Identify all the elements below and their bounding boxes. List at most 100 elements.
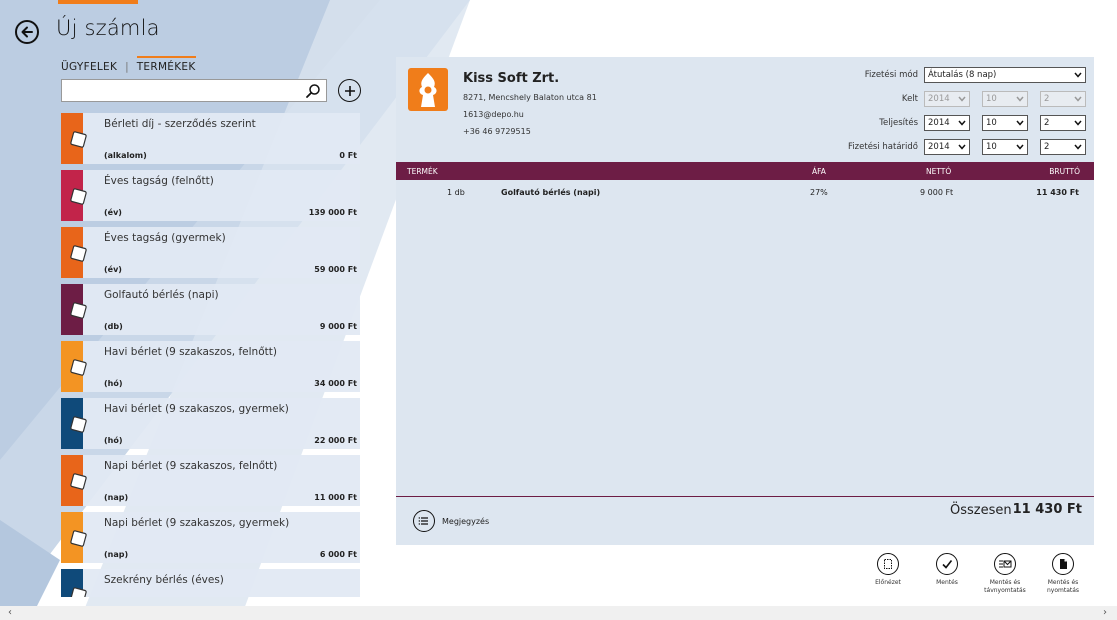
due-day-select[interactable]: 2 bbox=[1040, 139, 1086, 155]
fulfillment-month-value: 10 bbox=[986, 118, 997, 128]
due-month-value: 10 bbox=[986, 142, 997, 152]
chevron-down-icon bbox=[958, 120, 966, 126]
product-price: 34 000 Ft bbox=[314, 379, 357, 388]
chevron-down-icon bbox=[1016, 120, 1024, 126]
list-icon bbox=[418, 517, 428, 525]
checkmark-icon bbox=[942, 560, 953, 569]
product-tag-icon bbox=[70, 302, 87, 319]
row-quantity: 1 db bbox=[447, 188, 465, 197]
tab-customers[interactable]: ÜGYFELEK bbox=[61, 61, 117, 73]
product-name: Golfautó bérlés (napi) bbox=[104, 289, 219, 301]
issued-month-value: 10 bbox=[986, 94, 997, 104]
product-name: Szekrény bérlés (éves) bbox=[104, 574, 224, 586]
product-name: Éves tagság (felnőtt) bbox=[104, 175, 214, 187]
product-unit: (hó) bbox=[104, 436, 123, 445]
back-arrow-icon bbox=[21, 26, 33, 38]
invoice-table-row[interactable]: 1 db Golfautó bérlés (napi) 27% 9 000 Ft… bbox=[396, 188, 1094, 204]
search-icon[interactable] bbox=[305, 83, 321, 99]
payment-method-select[interactable]: Átutalás (8 nap) bbox=[924, 67, 1086, 83]
fulfillment-month-select[interactable]: 10 bbox=[982, 115, 1028, 131]
issued-date-row: Kelt 2014 10 2 bbox=[902, 91, 1086, 107]
keyhole-logo-icon bbox=[419, 73, 437, 107]
note-label[interactable]: Megjegyzés bbox=[442, 517, 489, 526]
product-list-item[interactable]: Éves tagság (gyermek) (év) 59 000 Ft bbox=[61, 227, 360, 278]
product-list-item[interactable]: Szekrény bérlés (éves) bbox=[61, 569, 360, 597]
due-year-select[interactable]: 2014 bbox=[924, 139, 970, 155]
issued-year-select: 2014 bbox=[924, 91, 970, 107]
product-tag-icon bbox=[70, 473, 87, 490]
search-input[interactable] bbox=[62, 81, 300, 102]
accent-bar bbox=[58, 0, 138, 4]
product-name: Éves tagság (gyermek) bbox=[104, 232, 226, 244]
save-button[interactable]: Mentés bbox=[917, 553, 977, 587]
scroll-right-arrow[interactable]: › bbox=[1103, 607, 1107, 618]
product-tag-icon bbox=[70, 530, 87, 547]
product-name: Havi bérlet (9 szakaszos, felnőtt) bbox=[104, 346, 277, 358]
horizontal-scrollbar[interactable]: ‹ › bbox=[0, 606, 1117, 620]
chevron-down-icon bbox=[1016, 96, 1024, 102]
due-day-value: 2 bbox=[1044, 142, 1050, 152]
back-button[interactable] bbox=[15, 20, 39, 44]
issued-day-value: 2 bbox=[1044, 94, 1050, 104]
plus-icon bbox=[344, 85, 355, 96]
invoice-panel: Kiss Soft Zrt. 8271, Mencshely Balaton u… bbox=[396, 57, 1094, 545]
column-vat: ÁFA bbox=[812, 166, 826, 176]
column-gross: BRUTTÓ bbox=[1049, 166, 1080, 176]
product-unit: (év) bbox=[104, 208, 122, 217]
product-list-item[interactable]: Éves tagság (felnőtt) (év) 139 000 Ft bbox=[61, 170, 360, 221]
total-label: Összesen bbox=[950, 503, 1012, 518]
payment-method-label: Fizetési mód bbox=[864, 70, 918, 80]
product-name: Napi bérlet (9 szakaszos, felnőtt) bbox=[104, 460, 278, 472]
product-unit: (év) bbox=[104, 265, 122, 274]
save-print-button[interactable]: Mentés és nyomtatás bbox=[1033, 553, 1093, 595]
chevron-down-icon bbox=[958, 96, 966, 102]
save-remote-print-button[interactable]: Mentés és távnyomtatás bbox=[975, 553, 1035, 595]
fulfillment-year-value: 2014 bbox=[928, 118, 950, 128]
product-tag-icon bbox=[70, 131, 87, 148]
chevron-down-icon bbox=[1016, 144, 1024, 150]
product-list-item[interactable]: Havi bérlet (9 szakaszos, gyermek) (hó) 22… bbox=[61, 398, 360, 449]
preview-label: Előnézet bbox=[875, 579, 901, 586]
fulfillment-day-select[interactable]: 2 bbox=[1040, 115, 1086, 131]
product-list-item[interactable]: Golfautó bérlés (napi) (db) 9 000 Ft bbox=[61, 284, 360, 335]
total-value: 11 430 Ft bbox=[1012, 502, 1082, 517]
product-list-item[interactable]: Bérleti díj - szerződés szerint (alkalom)… bbox=[61, 113, 360, 164]
due-date-row: Fizetési határidő 2014 10 2 bbox=[848, 139, 1086, 155]
product-unit: (nap) bbox=[104, 493, 129, 502]
product-tag-icon bbox=[70, 245, 87, 262]
product-price: 139 000 Ft bbox=[308, 208, 357, 217]
product-list-item[interactable]: Havi bérlet (9 szakaszos, felnőtt) (hó) 34… bbox=[61, 341, 360, 392]
row-gross: 11 430 Ft bbox=[1036, 188, 1079, 197]
add-product-button[interactable] bbox=[338, 79, 361, 102]
product-unit: (db) bbox=[104, 322, 123, 331]
product-price: 59 000 Ft bbox=[314, 265, 357, 274]
chevron-down-icon bbox=[1074, 72, 1082, 78]
issued-year-value: 2014 bbox=[928, 94, 950, 104]
company-address: 8271, Mencshely Balaton utca 81 bbox=[463, 93, 597, 102]
print-icon bbox=[1060, 559, 1067, 569]
company-phone: +36 46 9729515 bbox=[463, 127, 531, 136]
preview-button[interactable]: Előnézet bbox=[858, 553, 918, 587]
product-list-item[interactable]: Napi bérlet (9 szakaszos, gyermek) (nap) 6… bbox=[61, 512, 360, 563]
note-button[interactable] bbox=[413, 510, 435, 532]
issued-day-select: 2 bbox=[1040, 91, 1086, 107]
tab-products[interactable]: TERMÉKEK bbox=[136, 56, 196, 73]
due-month-select[interactable]: 10 bbox=[982, 139, 1028, 155]
invoice-table-header: TERMÉK ÁFA NETTÓ BRUTTÓ bbox=[396, 162, 1094, 180]
column-net: NETTÓ bbox=[926, 166, 952, 176]
due-label: Fizetési határidő bbox=[848, 142, 918, 152]
issued-label: Kelt bbox=[901, 94, 918, 104]
payment-method-row: Fizetési mód Átutalás (8 nap) bbox=[865, 67, 1086, 83]
product-unit: (alkalom) bbox=[104, 151, 147, 160]
save-label: Mentés bbox=[936, 579, 958, 586]
tab-bar: ÜGYFELEK | TERMÉKEK bbox=[61, 56, 196, 73]
column-product: TERMÉK bbox=[407, 166, 438, 176]
fulfillment-year-select[interactable]: 2014 bbox=[924, 115, 970, 131]
fulfillment-date-row: Teljesítés 2014 10 2 bbox=[879, 115, 1086, 131]
product-tag-icon bbox=[70, 587, 87, 597]
product-list-item[interactable]: Napi bérlet (9 szakaszos, felnőtt) (nap) 1… bbox=[61, 455, 360, 506]
product-tag-icon bbox=[70, 416, 87, 433]
scroll-left-arrow[interactable]: ‹ bbox=[8, 607, 12, 618]
product-name: Napi bérlet (9 szakaszos, gyermek) bbox=[104, 517, 290, 529]
invoice-footer-divider bbox=[396, 496, 1094, 497]
